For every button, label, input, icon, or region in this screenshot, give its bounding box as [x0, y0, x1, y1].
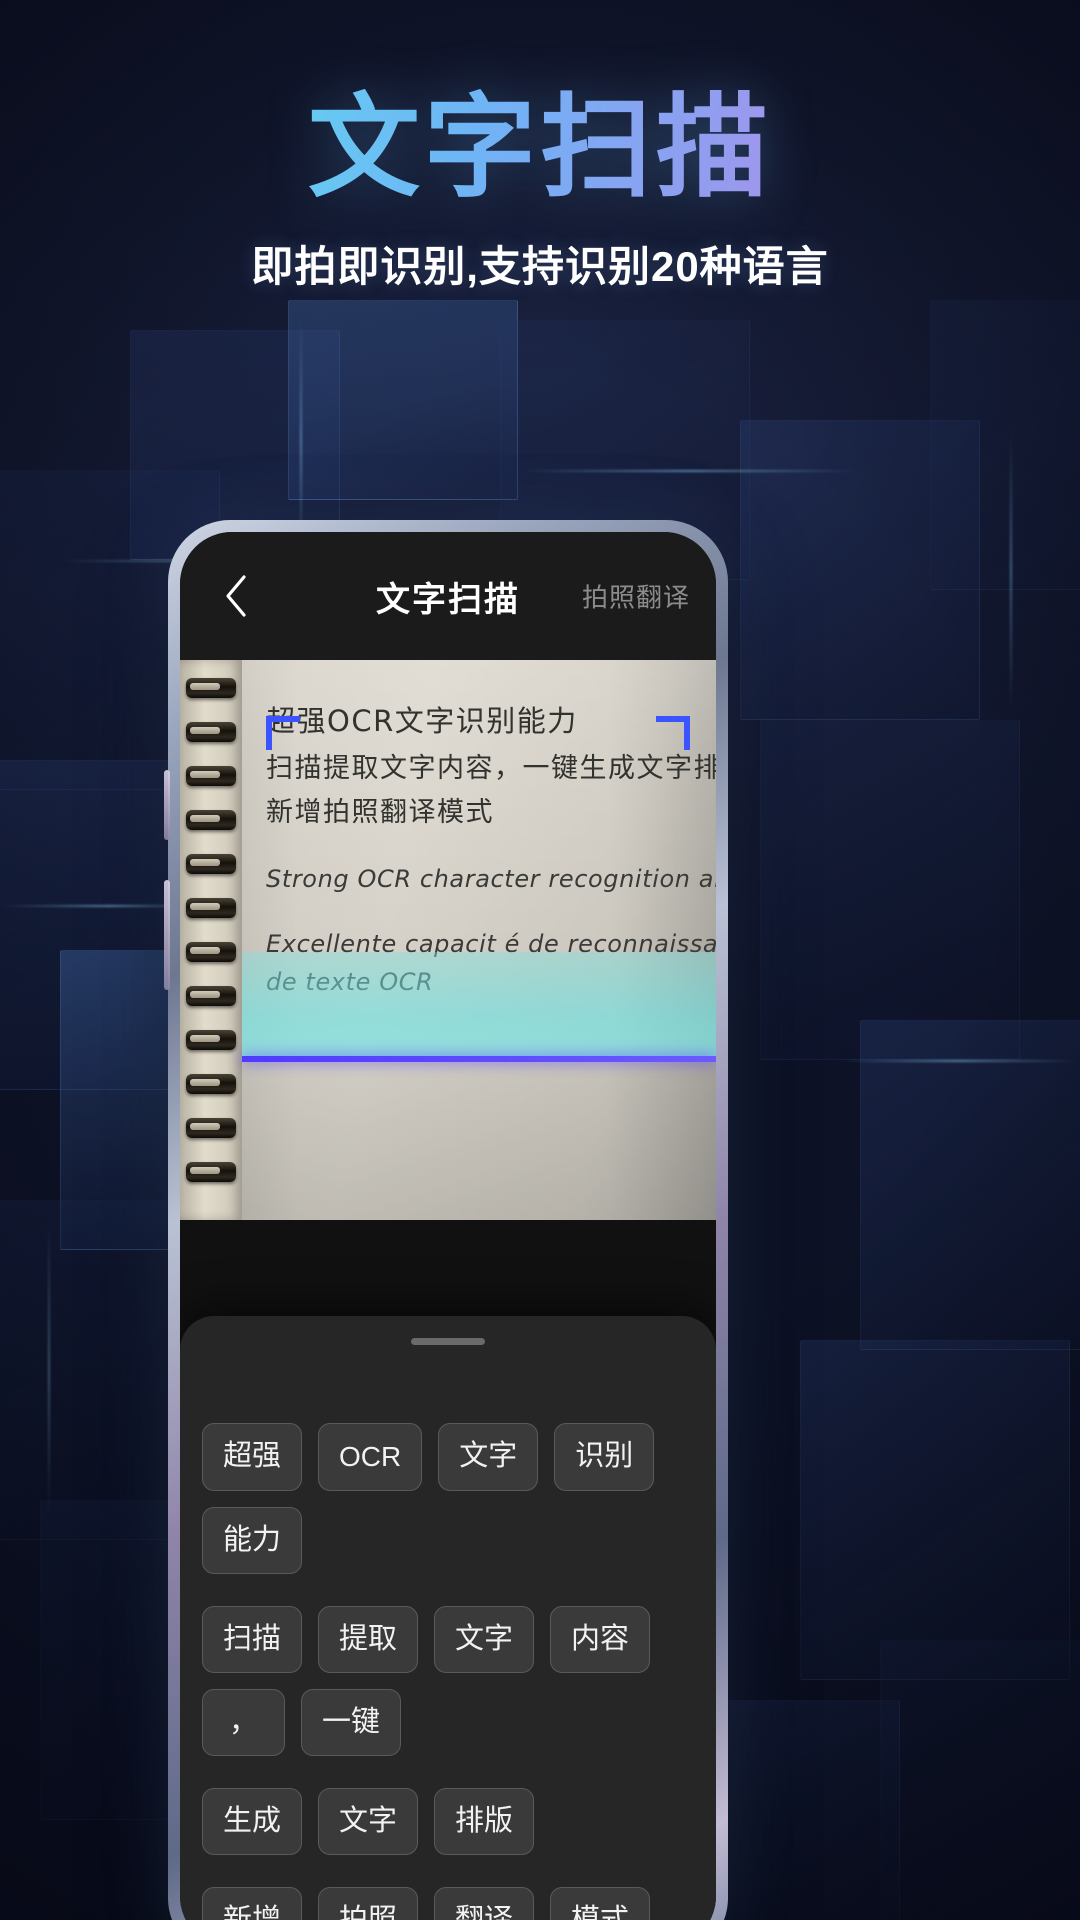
- bg-cube: [880, 1640, 1080, 1920]
- bg-glow-line: [1010, 430, 1012, 710]
- spiral-ring: [186, 942, 236, 962]
- document-line: de texte OCR: [266, 968, 434, 997]
- bg-cube: [760, 720, 1020, 1060]
- phone-side-button: [164, 770, 170, 840]
- spiral-ring: [186, 722, 236, 742]
- bg-cube: [288, 300, 518, 500]
- phone-screen: 文字扫描 拍照翻译 超强OCR文字识别能力 扫描提取文字内容，一键生成文字排版 …: [180, 532, 716, 1920]
- scan-corner-top-right: [656, 716, 690, 750]
- app-navbar: 文字扫描 拍照翻译: [180, 532, 716, 660]
- word-chip[interactable]: ，: [202, 1689, 286, 1756]
- spiral-ring: [186, 766, 236, 786]
- word-chip[interactable]: 一键: [301, 1689, 402, 1756]
- bg-cube: [930, 300, 1080, 590]
- spiral-binding: [180, 660, 242, 1220]
- spiral-ring: [186, 1118, 236, 1138]
- word-chip[interactable]: 识别: [554, 1423, 655, 1491]
- word-chip[interactable]: 文字: [434, 1606, 535, 1673]
- word-chip[interactable]: 生成: [202, 1788, 303, 1855]
- word-chip[interactable]: 超强: [202, 1423, 303, 1491]
- spiral-ring: [186, 1074, 236, 1094]
- bg-glow-line: [520, 470, 860, 472]
- word-chip[interactable]: 内容: [550, 1606, 651, 1673]
- document-line: 扫描提取文字内容，一键生成文字排版: [266, 752, 716, 784]
- word-chip[interactable]: 新增: [202, 1887, 303, 1920]
- drag-handle[interactable]: [411, 1338, 485, 1345]
- word-chip[interactable]: 排版: [434, 1788, 535, 1855]
- bg-glow-line: [48, 1220, 50, 1520]
- word-chip[interactable]: 能力: [202, 1507, 303, 1574]
- word-chip[interactable]: 提取: [318, 1606, 419, 1673]
- spiral-ring: [186, 1162, 236, 1182]
- scan-corner-top-left: [266, 716, 300, 750]
- word-chip[interactable]: 拍照: [318, 1887, 419, 1920]
- document-line: 超强OCR文字识别能力: [266, 704, 578, 738]
- scan-line: [242, 1056, 716, 1062]
- bg-cube: [800, 1340, 1070, 1680]
- spiral-ring: [186, 986, 236, 1006]
- document-line: Excellente capacit é de reconnaissance: [266, 929, 716, 958]
- phone-volume-button: [164, 880, 170, 990]
- document-line: Strong OCR character recognition ability: [266, 865, 716, 894]
- spiral-ring: [186, 854, 236, 874]
- spiral-ring: [186, 1030, 236, 1050]
- spiral-ring: [186, 678, 236, 698]
- spiral-ring: [186, 898, 236, 918]
- word-chip[interactable]: 文字: [438, 1423, 539, 1491]
- promo-screenshot: 文字扫描 即拍即识别,支持识别20种语言 文字扫描 拍照翻译 超强OCR文字识别…: [0, 0, 1080, 1920]
- recognized-words-sheet[interactable]: 超强 OCR 文字 识别 能力 扫描 提取 文字 内容 ， 一键 生成 文字 排…: [180, 1316, 716, 1920]
- bg-cube: [720, 1700, 900, 1920]
- phone-mockup: 文字扫描 拍照翻译 超强OCR文字识别能力 扫描提取文字内容，一键生成文字排版 …: [164, 520, 728, 1920]
- spiral-ring: [186, 810, 236, 830]
- bg-glow-line: [840, 1060, 1080, 1062]
- word-chip[interactable]: 扫描: [202, 1606, 303, 1673]
- word-chip-list: 超强 OCR 文字 识别 能力 扫描 提取 文字 内容 ， 一键 生成 文字 排…: [180, 1345, 716, 1920]
- document-text: 超强OCR文字识别能力 扫描提取文字内容，一键生成文字排版 新增拍照翻译模式 S…: [266, 698, 716, 1002]
- page-title: 文字扫描: [0, 87, 1080, 209]
- word-chip[interactable]: 翻译: [434, 1887, 535, 1920]
- bg-cube: [860, 1020, 1080, 1350]
- photo-translate-button[interactable]: 拍照翻译: [582, 578, 690, 615]
- word-chip[interactable]: OCR: [318, 1423, 423, 1491]
- document-line: 新增拍照翻译模式: [266, 796, 494, 828]
- word-chip[interactable]: 模式: [550, 1887, 651, 1920]
- scanned-document-area[interactable]: 超强OCR文字识别能力 扫描提取文字内容，一键生成文字排版 新增拍照翻译模式 S…: [180, 660, 716, 1220]
- word-chip[interactable]: 文字: [318, 1788, 419, 1855]
- page-subtitle: 即拍即识别,支持识别20种语言: [251, 242, 829, 290]
- headline-block: 文字扫描 即拍即识别,支持识别20种语言: [0, 87, 1080, 294]
